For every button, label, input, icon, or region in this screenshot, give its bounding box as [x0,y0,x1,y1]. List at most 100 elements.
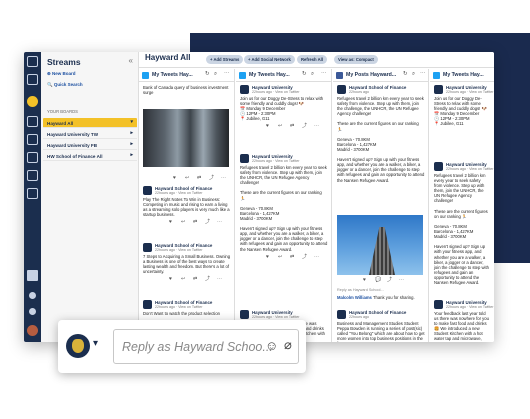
search-icon[interactable]: ⌕ [311,71,314,78]
more-icon[interactable]: ⋯ [217,220,222,225]
smiley-icon[interactable]: ☺ [265,338,278,353]
like-icon[interactable]: ♥ [363,277,366,283]
assignments-icon[interactable] [27,152,38,163]
like-icon[interactable]: ♥ [266,124,269,129]
reply-icon[interactable]: ↩ [181,220,185,225]
share-icon[interactable]: ⤴ [205,277,210,282]
stream-title[interactable]: My Posts Hayward... [346,72,396,78]
inline-reply-box[interactable]: Reply as Hayward School... [333,287,428,293]
stream-post: Hayward University 22hours ago · View on … [236,153,331,261]
chevron-down-icon[interactable]: ▾ [93,338,98,349]
view-compact-dropdown[interactable]: View as: Compact [334,55,378,64]
more-options-icon[interactable]: ⋯ [420,71,426,77]
more-icon[interactable]: ⋯ [314,124,319,129]
stream-title[interactable]: My Tweets Hay... [249,72,290,78]
author-logo[interactable] [143,186,152,195]
notifications-icon[interactable] [29,292,36,299]
refresh-icon[interactable]: ↻ [205,71,210,77]
compose-icon[interactable] [27,74,38,85]
quick-search-link[interactable]: 🔍 Quick Search [47,82,83,88]
comment-icon[interactable]: 💬 [375,277,381,283]
like-icon[interactable]: ♥ [169,220,172,225]
reply-icon[interactable]: ↩ [278,124,282,129]
twitter-icon [433,72,440,79]
like-icon[interactable]: ♥ [169,277,172,282]
search-icon[interactable]: ⌕ [214,71,217,78]
inline-reply-placeholder[interactable]: Reply as Hayward School... [337,288,384,292]
add-streams-button[interactable]: + Add Streams [206,55,244,64]
new-board-link[interactable]: ⊕ New Board [47,71,76,77]
post-actions-row: ♥ ↩ ⇄ ⤴ ⋯ [139,173,234,182]
post-image-tower[interactable] [337,215,423,275]
user-avatar[interactable] [27,325,38,336]
post-text: Bank of Canada query of business investm… [143,85,229,96]
board-item-hayward-university-fb[interactable]: Hayward University FB ▸ [43,140,137,150]
board-toolbar: Hayward All + Add Streams + Add Social N… [139,52,494,68]
author-logo[interactable] [434,300,443,309]
retweet-icon[interactable]: ⇄ [290,254,294,260]
reply-input[interactable]: Reply as Hayward Schoo... ☺ ⌀ [113,329,299,364]
author-logo[interactable] [143,243,152,252]
apps-grid-icon[interactable] [27,270,38,281]
more-icon[interactable]: ⋯ [314,254,319,260]
more-options-icon[interactable]: ⋯ [321,71,327,77]
author-logo[interactable] [143,300,152,309]
more-icon[interactable]: ⋯ [217,277,222,282]
author-logo[interactable] [434,85,443,94]
share-icon[interactable]: ⤴ [209,175,214,181]
share-icon[interactable]: ⤴ [302,124,307,129]
reply-icon[interactable]: ↩ [185,175,189,181]
share-icon[interactable]: ⤴ [387,277,392,283]
comment-author[interactable]: Malcolm Williams [337,295,372,300]
help-icon[interactable] [29,308,36,315]
more-icon[interactable]: ⋯ [221,175,226,181]
planner-icon[interactable] [27,134,38,145]
retweet-icon[interactable]: ⇄ [193,220,197,225]
post-text: Your feedback last year told us there wa… [434,311,489,342]
account-avatar[interactable] [66,334,90,358]
stream-post: Hayward School of Finance 22hours ago · V… [139,242,234,283]
post-text: Join us for our Doggy De-Stress to relax… [434,96,487,127]
stream-title[interactable]: My Tweets Hay... [443,72,484,78]
owl-logo-icon[interactable] [27,56,38,67]
post-meta: 22hours ago · View on Twitter [155,305,203,309]
inbox-icon[interactable] [27,116,38,127]
post-image-building[interactable] [143,109,229,167]
author-logo[interactable] [434,162,443,171]
add-social-network-button[interactable]: + Add Social Network [244,55,295,64]
author-logo[interactable] [240,310,249,319]
board-item-hayward-all[interactable]: Hayward All ▾ [43,118,137,128]
refresh-icon[interactable]: ↻ [403,71,408,77]
author-logo[interactable] [337,85,346,94]
reply-placeholder[interactable]: Reply as Hayward Schoo... [122,340,273,354]
board-item-hayward-university-tw[interactable]: Hayward University TW ▸ [43,129,137,139]
more-icon[interactable]: ⋯ [399,277,404,283]
board-item-hw-school-of-finance-all[interactable]: HW School of Finance All ▸ [43,151,137,161]
author-logo[interactable] [240,154,249,163]
like-icon[interactable]: ♥ [173,175,176,181]
retweet-icon[interactable]: ⇄ [193,277,197,282]
share-icon[interactable]: ⤴ [205,220,210,225]
search-icon[interactable]: ⌕ [412,71,415,78]
retweet-icon[interactable]: ⇄ [290,124,294,129]
stream-title[interactable]: My Tweets Hay... [152,72,193,78]
streams-icon[interactable] [27,96,38,107]
campaigns-icon[interactable] [27,188,38,199]
reply-icon[interactable]: ↩ [181,277,185,282]
post-text: 7 Steps to Acquiring a Small Business. O… [143,254,231,275]
stream-post: Hayward School of Finance 22hours ago Ref… [333,84,428,183]
post-text: Refugees travel 2 billion km every year … [240,165,328,252]
analytics-icon[interactable] [27,170,38,181]
refresh-all-button[interactable]: Refresh All [297,55,327,64]
share-icon[interactable]: ⤴ [302,254,307,260]
paperclip-icon[interactable]: ⌀ [284,337,292,353]
like-icon[interactable]: ♥ [266,254,269,260]
refresh-icon[interactable]: ↻ [302,71,307,77]
author-logo[interactable] [337,310,346,319]
reply-icon[interactable]: ↩ [278,254,282,260]
more-options-icon[interactable]: ⋯ [224,71,230,77]
retweet-icon[interactable]: ⇄ [197,175,201,181]
stream-post: Hayward University 22hours ago · View on … [236,84,331,130]
author-logo[interactable] [240,85,249,94]
double-chevron-left-icon[interactable]: « [129,56,133,65]
